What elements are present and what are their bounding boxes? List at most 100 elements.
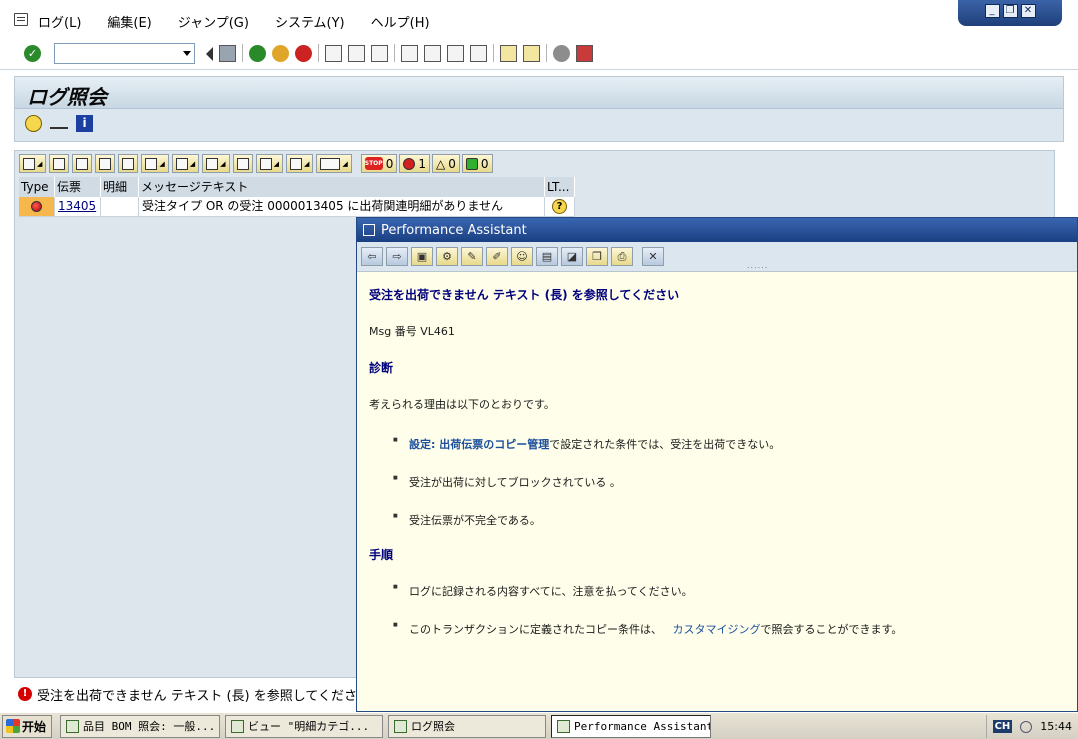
reason-text: で設定された条件では、受注を出荷できない。 (549, 438, 781, 451)
column-document[interactable]: 伝票 (55, 177, 101, 197)
input-language-indicator[interactable]: CH (992, 720, 1013, 733)
window-menu-icon[interactable] (363, 224, 375, 236)
shortcut-icon[interactable] (523, 44, 540, 62)
details-button[interactable]: ◢ (19, 154, 47, 173)
notes-icon[interactable]: ✐ (486, 247, 508, 266)
item-cell[interactable] (101, 197, 139, 217)
column-message-text[interactable]: メッセージテキスト (139, 177, 545, 197)
help-question-icon[interactable] (25, 115, 42, 132)
close-x-icon[interactable]: ✕ (642, 247, 664, 266)
message-cell[interactable]: 受注タイプ OR の受注 0000013405 に出荷関連明細がありません (139, 197, 545, 217)
dropdown-arrow-icon: ◢ (303, 159, 310, 168)
assistant-title-bar[interactable]: Performance Assistant (357, 218, 1077, 242)
column-lt[interactable]: LT... (545, 177, 575, 197)
sum-button[interactable]: ◢ (171, 154, 200, 173)
first-page-icon[interactable] (401, 44, 418, 62)
taskbar-item[interactable]: ログ照会 (388, 714, 546, 738)
stop-count-button[interactable]: STOP 0 (360, 154, 398, 173)
filter-button[interactable] (72, 154, 93, 173)
info-icon[interactable]: i (76, 115, 93, 132)
error-light-icon (403, 157, 416, 170)
back-icon[interactable] (249, 44, 266, 62)
layout-menu-icon[interactable] (576, 44, 593, 62)
signpost-icon[interactable]: ◪ (561, 247, 583, 266)
windows-taskbar: 开始 品目 BOM 照会: 一般... ビュー "明細カテゴ... ログ照会 P… (0, 712, 1078, 739)
document-cell[interactable]: 13405 (55, 197, 101, 217)
sap-window-icon (231, 719, 244, 733)
customizing-link[interactable]: カスタマイジング (673, 623, 761, 636)
book-icon[interactable]: ▣ (411, 247, 433, 266)
help-tray-icon[interactable] (1020, 720, 1033, 733)
views-button[interactable]: ◢ (255, 154, 283, 173)
long-text-help-icon[interactable]: ? (552, 199, 567, 214)
column-type[interactable]: Type (19, 177, 55, 197)
system-menu-icon[interactable] (14, 13, 28, 26)
sap-window-icon (394, 719, 407, 733)
edit-icon[interactable]: ✎ (461, 247, 483, 266)
create-session-icon[interactable] (500, 44, 517, 62)
success-count-button[interactable]: 0 (461, 154, 493, 173)
menu-goto[interactable]: ジャンプ(G) (178, 12, 249, 31)
technical-info-icon[interactable]: ⚙ (436, 247, 458, 266)
table-icon[interactable]: ▤ (536, 247, 558, 266)
column-item[interactable]: 明細 (101, 177, 139, 197)
document-link[interactable]: 13405 (58, 199, 96, 213)
status-bar[interactable]: ! 受注を出荷できません テキスト (長) を参照してください (14, 682, 394, 706)
forward-arrow-icon[interactable]: ⇨ (386, 247, 408, 266)
save-icon[interactable] (219, 44, 236, 62)
print-button[interactable] (49, 154, 70, 173)
back-arrow-icon[interactable]: ⇦ (361, 247, 383, 266)
command-input[interactable] (55, 44, 175, 63)
alv-toolbar: ◢ ◢ ◢ ◢ ◢ ◢ ◢ STOP 0 1 △ 0 0 (19, 154, 495, 173)
help-icon[interactable] (553, 44, 570, 62)
restore-icon[interactable]: ❐ (1002, 4, 1018, 18)
menu-log[interactable]: ログ(L) (38, 12, 81, 31)
find-next-icon[interactable] (371, 44, 388, 62)
exit-icon[interactable] (272, 44, 289, 62)
menu-system[interactable]: システム(Y) (275, 12, 345, 31)
find-next-button[interactable] (118, 154, 139, 173)
splitter-grip[interactable]: ...... (747, 261, 768, 270)
warning-count-button[interactable]: △ 0 (432, 154, 460, 173)
success-count: 0 (480, 156, 489, 171)
collapse-left-icon[interactable] (205, 47, 213, 61)
status-message[interactable]: 受注を出荷できません テキスト (長) を参照してください (37, 685, 370, 704)
print-preview-button[interactable] (232, 154, 253, 173)
close-icon[interactable]: ✕ (1020, 4, 1036, 18)
type-cell[interactable] (19, 197, 55, 217)
menu-help[interactable]: ヘルプ(H) (371, 12, 430, 31)
error-count-button[interactable]: 1 (399, 154, 431, 173)
next-page-icon[interactable] (447, 44, 464, 62)
copy-icon[interactable]: ❐ (586, 247, 608, 266)
find-button[interactable] (95, 154, 116, 173)
find-icon[interactable] (348, 44, 365, 62)
command-field[interactable] (54, 43, 195, 64)
subtotal-button[interactable]: ◢ (202, 154, 230, 173)
chevron-down-icon[interactable] (183, 51, 191, 56)
start-button[interactable]: 开始 (2, 714, 52, 738)
taskbar-item-active[interactable]: Performance Assistant (551, 714, 711, 738)
sigma-icon (175, 157, 188, 170)
layout-button[interactable]: ◢ (316, 154, 352, 173)
previous-page-icon[interactable] (424, 44, 441, 62)
print-icon[interactable]: ⎙ (611, 247, 633, 266)
set-filter-button[interactable]: ◢ (141, 154, 169, 173)
cancel-icon[interactable] (295, 44, 312, 62)
enter-check-icon[interactable]: ✓ (24, 45, 41, 62)
export-button[interactable]: ◢ (285, 154, 314, 173)
minimize-icon[interactable]: _ (984, 4, 1000, 18)
glasses-icon[interactable] (50, 119, 68, 129)
print-icon[interactable] (325, 44, 342, 62)
menu-edit[interactable]: 編集(E) (107, 12, 151, 31)
taskbar-item[interactable]: 品目 BOM 照会: 一般... (60, 714, 220, 738)
procedure-title: 手順 (369, 548, 394, 562)
stop-count: 0 (385, 156, 394, 171)
last-page-icon[interactable] (470, 44, 487, 62)
taskbar-item[interactable]: ビュー "明細カテゴ... (225, 714, 383, 738)
table-header: Type 伝票 明細 メッセージテキスト LT... (19, 177, 575, 197)
copy-control-link[interactable]: 設定: 出荷伝票のコピー管理 (409, 438, 549, 451)
users-icon[interactable]: ☺ (511, 247, 533, 266)
long-text-cell[interactable]: ? (545, 197, 575, 217)
table-row[interactable]: 13405 受注タイプ OR の受注 0000013405 に出荷関連明細があり… (19, 197, 575, 217)
clock[interactable]: 15:44 (1040, 720, 1072, 733)
